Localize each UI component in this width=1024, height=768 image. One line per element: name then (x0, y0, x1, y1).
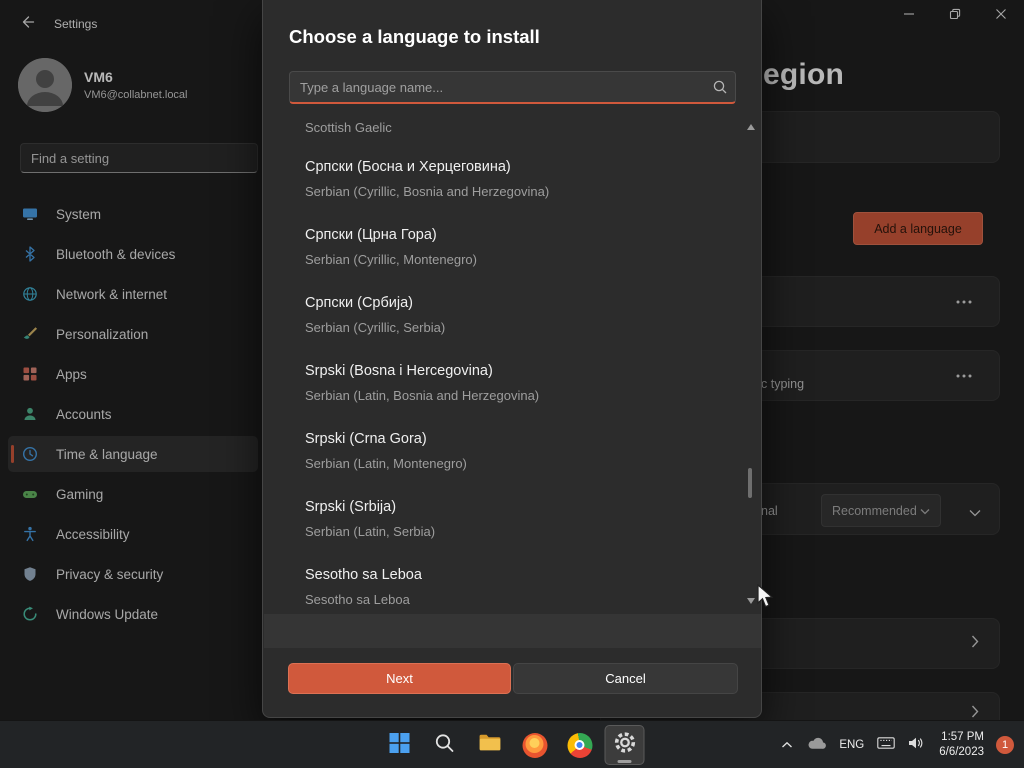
input-language-indicator[interactable]: ENG (834, 728, 869, 762)
settings-app-button[interactable] (604, 725, 645, 765)
firefox-button[interactable] (515, 725, 555, 765)
notification-badge[interactable]: 1 (996, 736, 1014, 754)
language-secondary: Serbian (Latin, Bosnia and Herzegovina) (305, 388, 540, 403)
windows-logo-icon (388, 731, 412, 760)
start-button[interactable] (380, 725, 420, 765)
language-secondary: Serbian (Latin, Montenegro) (305, 456, 467, 471)
dialog-title: Choose a language to install (289, 26, 540, 47)
language-list: Scottish Gaelic Српски (Босна и Херцегов… (289, 117, 736, 611)
list-item[interactable]: Srpski (Srbija) Serbian (Latin, Serbia) (289, 483, 736, 551)
gear-icon (612, 730, 637, 760)
language-secondary: Serbian (Latin, Serbia) (305, 524, 436, 539)
tray-overflow-button[interactable] (774, 728, 800, 762)
scroll-up-icon[interactable] (747, 124, 755, 130)
language-secondary: Serbian (Cyrillic, Montenegro) (305, 252, 477, 267)
language-secondary: Sesotho sa Leboa (305, 592, 410, 607)
folder-icon (477, 730, 502, 760)
list-item[interactable]: Srpski (Bosna i Hercegovina) Serbian (La… (289, 347, 736, 415)
list-item[interactable]: Srpski (Crna Gora) Serbian (Latin, Monte… (289, 415, 736, 483)
list-item[interactable]: Српски (Босна и Херцеговина) Serbian (Cy… (289, 143, 736, 211)
speaker-icon (907, 736, 925, 755)
scrollbar[interactable] (745, 122, 755, 612)
onedrive-tray-button[interactable] (804, 728, 830, 762)
choose-language-dialog: Choose a language to install Scottish Ga… (262, 0, 762, 718)
clock-date[interactable]: 1:57 PM 6/6/2023 (933, 730, 990, 760)
scrollbar-thumb[interactable] (748, 468, 752, 498)
language-primary: Srpski (Crna Gora) (305, 431, 427, 447)
language-secondary: Serbian (Cyrillic, Serbia) (305, 320, 446, 335)
taskbar-center (380, 725, 645, 765)
tray-date: 6/6/2023 (939, 746, 984, 758)
list-item[interactable]: Scottish Gaelic (289, 117, 736, 143)
taskbar: ENG 1:57 PM 6/6/2023 1 (0, 720, 1024, 768)
list-item[interactable]: Српски (Црна Гора) Serbian (Cyrillic, Mo… (289, 211, 736, 279)
screen: Settings VM6 VM6@collabnet.local Find a … (0, 0, 1024, 768)
language-primary: Српски (Црна Гора) (305, 227, 437, 243)
language-primary: Sesotho sa Leboa (305, 567, 422, 583)
system-tray: ENG 1:57 PM 6/6/2023 1 (774, 721, 1018, 768)
taskbar-search-button[interactable] (425, 725, 465, 765)
next-button[interactable]: Next (288, 663, 511, 694)
touch-keyboard-button[interactable] (873, 728, 899, 762)
firefox-icon (522, 732, 547, 758)
file-explorer-button[interactable] (470, 725, 510, 765)
language-search (289, 71, 736, 104)
mouse-cursor (757, 583, 775, 615)
cancel-button[interactable]: Cancel (513, 663, 738, 694)
language-primary: Српски (Босна и Херцеговина) (305, 159, 511, 175)
list-item[interactable]: Српски (Србија) Serbian (Cyrillic, Serbi… (289, 279, 736, 347)
language-primary: Српски (Србија) (305, 295, 413, 311)
keyboard-icon (877, 736, 895, 754)
volume-button[interactable] (903, 728, 929, 762)
cloud-icon (807, 736, 827, 755)
search-icon (712, 79, 728, 100)
scroll-down-icon[interactable] (747, 598, 755, 604)
chevron-up-icon (781, 736, 793, 754)
language-secondary: Scottish Gaelic (305, 120, 392, 135)
language-primary: Srpski (Srbija) (305, 499, 397, 515)
tray-time: 1:57 PM (941, 731, 984, 743)
active-app-indicator (617, 760, 632, 763)
search-icon (434, 732, 456, 759)
list-item[interactable]: Sesotho sa Leboa Sesotho sa Leboa (289, 551, 736, 611)
language-search-input[interactable] (289, 71, 736, 104)
language-secondary: Serbian (Cyrillic, Bosnia and Herzegovin… (305, 184, 550, 199)
chrome-icon (567, 732, 592, 758)
language-primary: Srpski (Bosna i Hercegovina) (305, 363, 493, 379)
dialog-footer-strip (264, 614, 761, 648)
chrome-button[interactable] (560, 725, 600, 765)
